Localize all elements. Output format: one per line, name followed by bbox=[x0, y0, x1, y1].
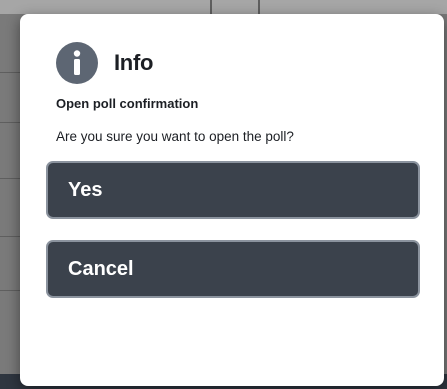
info-dialog: Info Open poll confirmation Are you sure… bbox=[20, 14, 444, 386]
background-divider bbox=[210, 0, 212, 14]
background-row-line bbox=[0, 122, 20, 123]
dialog-title: Info bbox=[114, 50, 154, 75]
background-row-line bbox=[0, 72, 20, 73]
info-icon bbox=[56, 42, 98, 84]
background-header-strip bbox=[0, 0, 447, 14]
background-row-line bbox=[0, 290, 20, 291]
cancel-button[interactable]: Cancel bbox=[46, 240, 420, 298]
yes-button[interactable]: Yes bbox=[46, 161, 420, 219]
background-divider bbox=[258, 0, 260, 14]
dialog-header: Info bbox=[56, 42, 420, 84]
background-row-line bbox=[0, 236, 20, 237]
dialog-subtitle: Open poll confirmation bbox=[56, 96, 199, 111]
dialog-message: Are you sure you want to open the poll? bbox=[56, 129, 294, 144]
background-row-line bbox=[0, 178, 20, 179]
